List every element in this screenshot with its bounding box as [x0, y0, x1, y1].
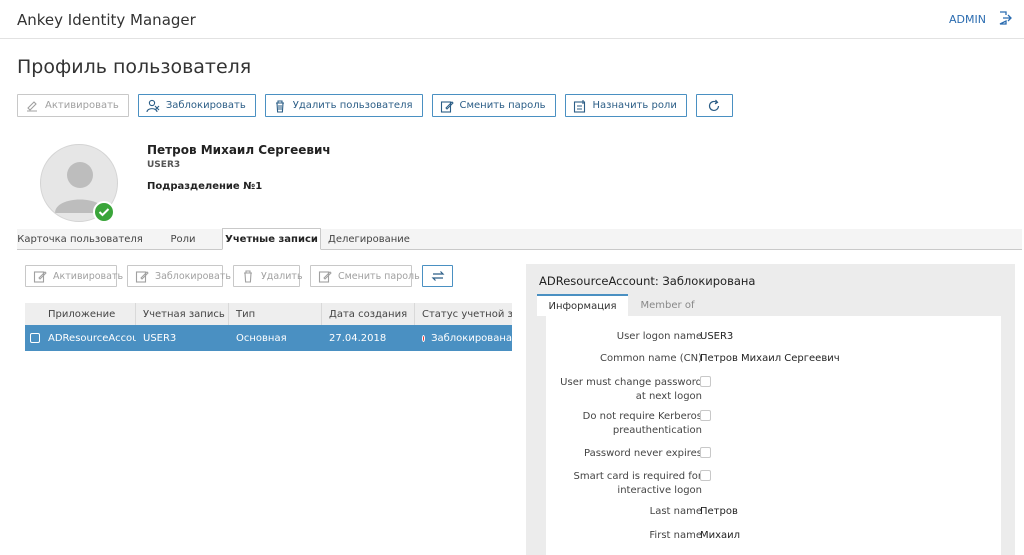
- profile-toolbar: Активировать Заблокировать Удалить польз…: [17, 94, 733, 117]
- details-title: ADResourceAccount: Заблокирована: [539, 274, 756, 288]
- row-application: ADResourceAccou...: [48, 332, 136, 344]
- field-label: First name: [649, 530, 702, 541]
- field-label-line: User must change password: [560, 377, 702, 388]
- account-sync-button[interactable]: [422, 265, 453, 287]
- row-account: USER3: [143, 332, 177, 344]
- assign-roles-label: Назначить роли: [592, 100, 677, 111]
- account-block-label: Заблокировать: [155, 270, 231, 282]
- block-icon: [135, 271, 149, 283]
- user-login: USER3: [147, 160, 181, 170]
- field-label: Common name (CN): [599, 353, 702, 364]
- field-label: Last name: [649, 506, 702, 517]
- activate-button[interactable]: Активировать: [17, 94, 129, 117]
- logout-icon[interactable]: [998, 11, 1012, 25]
- tab-accounts[interactable]: Учетные записи: [222, 228, 321, 250]
- field-label: Do not require Kerberos preauthenticatio…: [583, 410, 702, 438]
- delete-user-button[interactable]: Удалить пользователя: [264, 94, 423, 117]
- field-label-line: preauthentication: [612, 425, 702, 436]
- must-change-password-checkbox[interactable]: [700, 376, 711, 387]
- refresh-button[interactable]: [695, 94, 733, 117]
- password-edit-icon: [440, 100, 454, 113]
- activate-icon: [27, 100, 37, 112]
- row-checkbox[interactable]: [30, 333, 40, 343]
- app-title: Ankey Identity Manager: [17, 11, 196, 29]
- delete-user-label: Удалить пользователя: [292, 100, 413, 111]
- trash-icon: [275, 99, 284, 113]
- tab-delegation[interactable]: Делегирование: [321, 229, 417, 250]
- no-kerberos-preauth-checkbox[interactable]: [700, 410, 711, 421]
- field-label-line: Smart card is required for: [573, 471, 702, 482]
- status-active-icon: [93, 201, 115, 223]
- field-label: Smart card is required for interactive l…: [573, 470, 702, 498]
- field-value: Петров Михаил Сергеевич: [700, 353, 840, 364]
- table-row[interactable]: ADResourceAccou... USER3 Основная 27.04.…: [25, 325, 512, 351]
- password-edit-icon: [318, 271, 332, 283]
- field-value: Петров: [700, 506, 738, 517]
- column-header-type[interactable]: Тип: [229, 303, 322, 325]
- field-label: User must change password at next logon: [560, 376, 702, 404]
- activate-icon: [33, 271, 47, 283]
- row-status: Заблокирована: [431, 332, 512, 344]
- password-never-expires-checkbox[interactable]: [700, 447, 711, 458]
- account-block-button[interactable]: Заблокировать: [127, 265, 231, 287]
- table-header: Приложение Учетная запись Тип Дата созда…: [25, 303, 512, 325]
- status-blocked-icon: [422, 334, 426, 342]
- user-block-icon: [146, 99, 160, 112]
- change-password-label: Сменить пароль: [459, 100, 546, 111]
- account-activate-button[interactable]: Активировать: [25, 265, 123, 287]
- change-password-button[interactable]: Сменить пароль: [431, 94, 556, 117]
- app-header: Ankey Identity Manager ADMIN: [0, 0, 1024, 39]
- field-label-line: interactive logon: [617, 485, 702, 496]
- roles-icon: [573, 99, 585, 113]
- tab-member-of[interactable]: Member of: [628, 294, 707, 316]
- page-title: Профиль пользователя: [17, 56, 252, 78]
- profile-tabs: Карточка пользователя Роли Учетные запис…: [17, 228, 1022, 250]
- details-body: User logon name USER3 Common name (CN) П…: [546, 316, 1001, 555]
- row-type: Основная: [236, 332, 287, 344]
- user-full-name: Петров Михаил Сергеевич: [147, 143, 331, 157]
- account-details-panel: ADResourceAccount: Заблокирована Информа…: [526, 264, 1015, 555]
- field-value: Михаил: [700, 530, 741, 541]
- column-header-account[interactable]: Учетная запись: [136, 303, 229, 325]
- assign-roles-button[interactable]: Назначить роли: [564, 94, 687, 117]
- field-label: User logon name: [616, 331, 702, 342]
- account-change-password-button[interactable]: Сменить пароль: [310, 265, 420, 287]
- tab-roles[interactable]: Роли: [143, 229, 223, 250]
- tab-user-card[interactable]: Карточка пользователя: [17, 229, 143, 250]
- account-change-password-label: Сменить пароль: [338, 270, 420, 282]
- column-header-status[interactable]: Статус учетной за...: [415, 303, 512, 325]
- field-label: Password never expires: [583, 448, 702, 459]
- user-menu-link[interactable]: ADMIN: [949, 13, 986, 26]
- activate-label: Активировать: [45, 100, 119, 111]
- row-application-cell: ADResourceAccou...: [25, 325, 136, 351]
- block-label: Заблокировать: [165, 100, 246, 111]
- field-value: USER3: [700, 331, 734, 342]
- user-department: Подразделение №1: [147, 181, 263, 192]
- field-label-line: at next logon: [635, 391, 702, 402]
- field-label-line: Do not require Kerberos: [582, 411, 702, 422]
- refresh-icon: [709, 99, 720, 111]
- row-created: 27.04.2018: [329, 332, 387, 344]
- tab-information[interactable]: Информация: [537, 294, 628, 316]
- account-delete-label: Удалить: [261, 270, 303, 282]
- column-header-application[interactable]: Приложение: [25, 303, 136, 325]
- block-button[interactable]: Заблокировать: [137, 94, 256, 117]
- account-delete-button[interactable]: Удалить: [233, 265, 303, 287]
- accounts-toolbar: Активировать Заблокировать Удалить Смени…: [25, 265, 453, 287]
- accounts-table: Приложение Учетная запись Тип Дата созда…: [25, 303, 512, 351]
- row-status-cell: Заблокирована: [415, 325, 512, 351]
- smart-card-required-checkbox[interactable]: [700, 470, 711, 481]
- column-header-created[interactable]: Дата создания: [322, 303, 415, 325]
- account-activate-label: Активировать: [53, 270, 124, 282]
- trash-icon: [244, 270, 252, 283]
- sync-icon: [431, 271, 444, 281]
